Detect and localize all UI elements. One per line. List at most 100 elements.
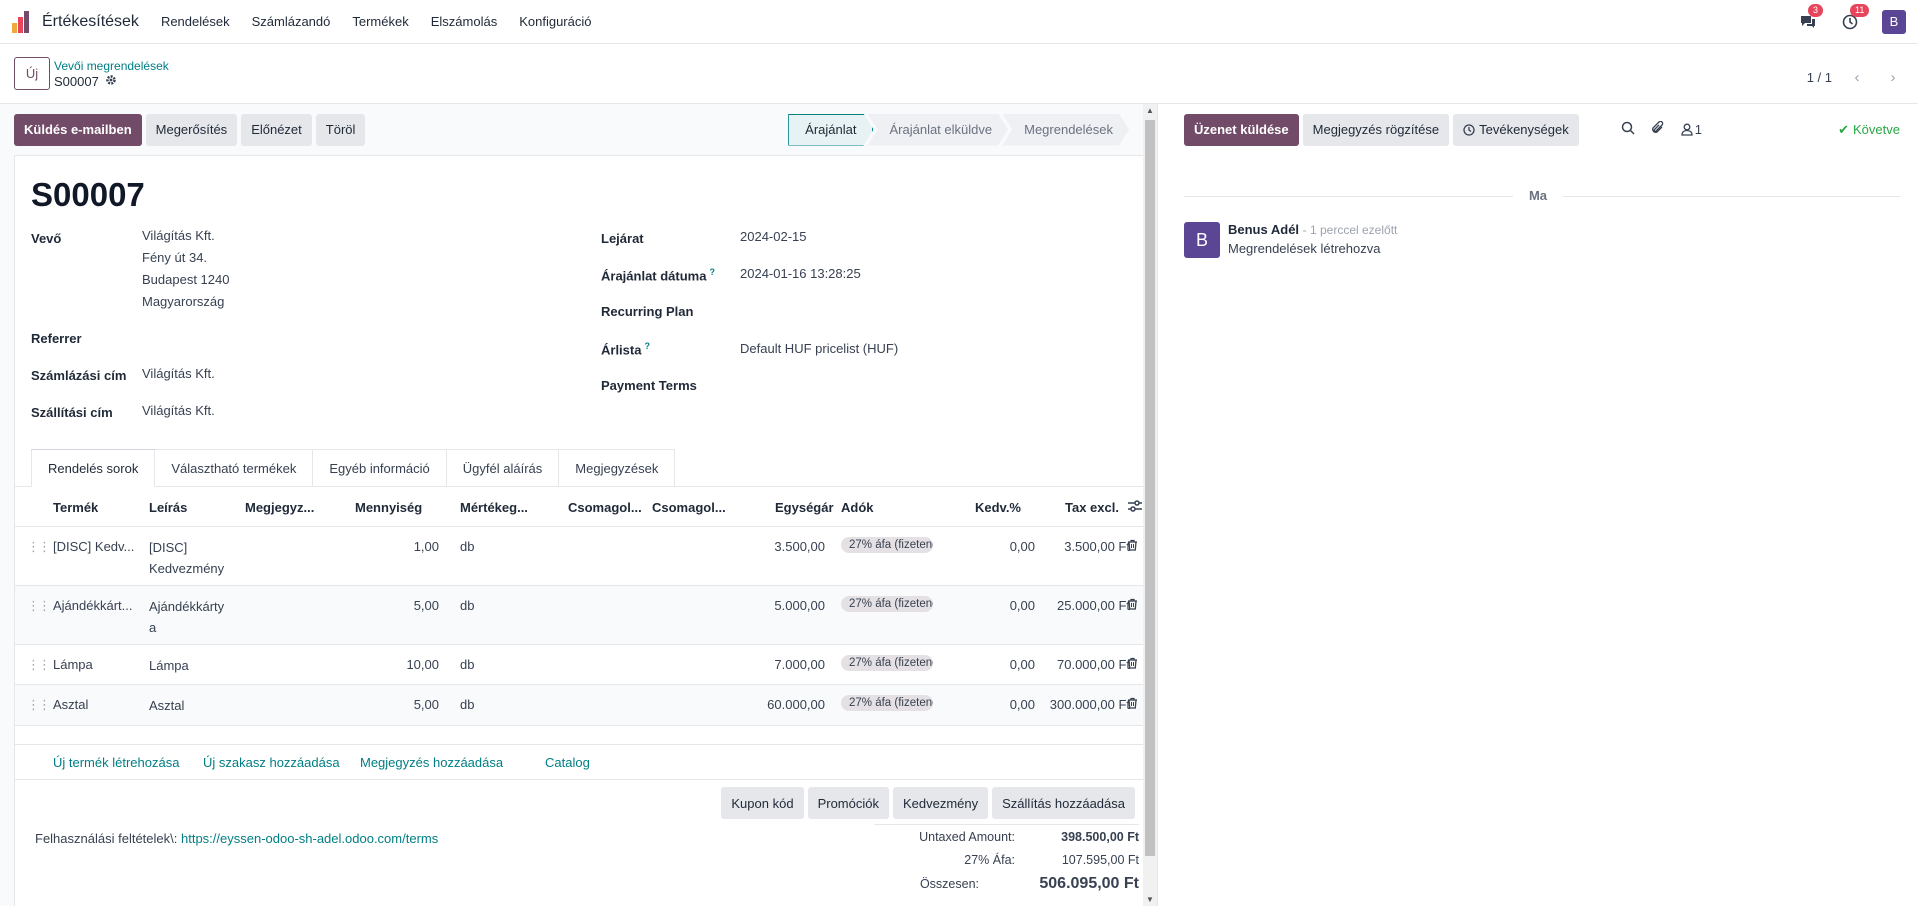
menu-orders[interactable]: Rendelések bbox=[161, 14, 230, 29]
menu-to-invoice[interactable]: Számlázandó bbox=[252, 14, 331, 29]
table-row[interactable]: ⋮⋮ [DISC] Kedv... [DISC] Kedvezmény 1,00… bbox=[15, 527, 1153, 586]
log-note-button[interactable]: Megjegyzés rögzítése bbox=[1302, 113, 1450, 146]
cell-description[interactable]: Ajándékkárty a bbox=[149, 596, 224, 638]
cell-product[interactable]: Lámpa bbox=[53, 657, 141, 672]
message-author[interactable]: Benus Adél bbox=[1228, 222, 1299, 237]
sales-app-icon[interactable] bbox=[12, 10, 34, 33]
column-settings-icon[interactable] bbox=[1127, 499, 1143, 516]
author-avatar[interactable]: B bbox=[1184, 222, 1220, 258]
new-button[interactable]: Új bbox=[14, 57, 50, 90]
cell-unit-price[interactable]: 5.000,00 bbox=[737, 598, 825, 613]
chevron-right-icon[interactable]: › bbox=[1882, 66, 1904, 88]
col-note[interactable]: Megjegyz... bbox=[245, 500, 325, 515]
cell-description[interactable]: Asztal bbox=[149, 695, 184, 716]
cell-quantity[interactable]: 5,00 bbox=[355, 598, 439, 613]
terms-link[interactable]: https://eyssen-odoo-sh-adel.odoo.com/ter… bbox=[181, 831, 438, 846]
cell-description[interactable]: Lámpa bbox=[149, 655, 189, 676]
tax-tag[interactable]: 27% áfa (fizetendő) bbox=[841, 537, 933, 553]
table-row[interactable]: ⋮⋮ Lámpa Lámpa 10,00 db 7.000,00 27% áfa… bbox=[15, 645, 1153, 685]
col-unit-price[interactable]: Egységár bbox=[775, 500, 834, 515]
drag-handle-icon[interactable]: ⋮⋮ bbox=[27, 697, 51, 713]
app-name[interactable]: Értékesítések bbox=[42, 13, 139, 31]
cell-unit-price[interactable]: 3.500,00 bbox=[737, 539, 825, 554]
user-avatar[interactable]: B bbox=[1882, 9, 1906, 34]
coupon-code-button[interactable]: Kupon kód bbox=[721, 787, 804, 819]
drag-handle-icon[interactable]: ⋮⋮ bbox=[27, 657, 51, 673]
tab-customer-signature[interactable]: Ügyfél aláírás bbox=[446, 449, 560, 487]
cell-unit-price[interactable]: 7.000,00 bbox=[737, 657, 825, 672]
col-packaging-qty[interactable]: Csomagol... bbox=[652, 500, 732, 515]
confirm-button[interactable]: Megerősítés bbox=[145, 113, 238, 146]
cell-product[interactable]: [DISC] Kedv... bbox=[53, 539, 141, 554]
cell-description[interactable]: [DISC] Kedvezmény bbox=[149, 537, 224, 579]
tab-order-lines[interactable]: Rendelés sorok bbox=[31, 449, 156, 487]
paperclip-icon[interactable] bbox=[1651, 120, 1665, 138]
drag-handle-icon[interactable]: ⋮⋮ bbox=[27, 539, 51, 555]
col-product[interactable]: Termék bbox=[53, 500, 98, 515]
cell-uom[interactable]: db bbox=[460, 539, 474, 554]
discount-button[interactable]: Kedvezmény bbox=[892, 787, 989, 819]
cell-uom[interactable]: db bbox=[460, 598, 474, 613]
col-quantity[interactable]: Mennyiség bbox=[355, 500, 422, 515]
menu-reporting[interactable]: Elszámolás bbox=[431, 14, 497, 29]
col-subtotal[interactable]: Tax excl. bbox=[1065, 500, 1119, 515]
trash-icon[interactable] bbox=[1127, 697, 1138, 712]
cell-uom[interactable]: db bbox=[460, 697, 474, 712]
tax-tag[interactable]: 27% áfa (fizetendő) bbox=[841, 596, 933, 612]
scroll-up-arrow-icon[interactable]: ▲ bbox=[1143, 106, 1157, 115]
delivery-address-field[interactable]: Világítás Kft. bbox=[142, 400, 215, 422]
add-section-link[interactable]: Új szakasz hozzáadása bbox=[203, 755, 340, 770]
cell-product[interactable]: Ajándékkárt... bbox=[53, 598, 141, 613]
col-packaging[interactable]: Csomagol... bbox=[568, 500, 648, 515]
cell-quantity[interactable]: 10,00 bbox=[355, 657, 439, 672]
tab-optional-products[interactable]: Választható termékek bbox=[155, 449, 314, 487]
col-taxes[interactable]: Adók bbox=[841, 500, 874, 515]
pager-value[interactable]: 1 / 1 bbox=[1807, 70, 1832, 85]
activities-clock-icon[interactable]: 11 bbox=[1840, 3, 1870, 32]
help-icon[interactable]: ? bbox=[709, 267, 715, 277]
cell-quantity[interactable]: 1,00 bbox=[355, 539, 439, 554]
stage-sales-order[interactable]: Megrendelések bbox=[1002, 114, 1129, 146]
pricelist-field[interactable]: Default HUF pricelist (HUF) bbox=[740, 338, 898, 360]
menu-products[interactable]: Termékek bbox=[352, 14, 408, 29]
tab-other-info[interactable]: Egyéb információ bbox=[313, 449, 447, 487]
tax-tag[interactable]: 27% áfa (fizetendő) bbox=[841, 695, 933, 711]
customer-field[interactable]: Világítás Kft. Fény út 34. Budapest 1240… bbox=[142, 225, 229, 313]
add-note-link[interactable]: Megjegyzés hozzáadása bbox=[360, 755, 503, 770]
send-email-button[interactable]: Küldés e-mailben bbox=[14, 113, 142, 146]
invoice-address-field[interactable]: Világítás Kft. bbox=[142, 363, 215, 385]
stage-quotation[interactable]: Árajánlat bbox=[788, 114, 873, 146]
cell-quantity[interactable]: 5,00 bbox=[355, 697, 439, 712]
scroll-down-arrow-icon[interactable]: ▼ bbox=[1143, 895, 1157, 904]
preview-button[interactable]: Előnézet bbox=[241, 113, 312, 146]
cell-unit-price[interactable]: 60.000,00 bbox=[737, 697, 825, 712]
stage-quotation-sent[interactable]: Árajánlat elküldve bbox=[867, 114, 1008, 146]
gear-icon[interactable] bbox=[105, 74, 117, 90]
add-shipping-button[interactable]: Szállítás hozzáadása bbox=[992, 787, 1135, 819]
scrollbar-thumb[interactable] bbox=[1145, 120, 1155, 856]
trash-icon[interactable] bbox=[1127, 539, 1138, 554]
trash-icon[interactable] bbox=[1127, 598, 1138, 613]
menu-configuration[interactable]: Konfiguráció bbox=[519, 14, 591, 29]
drag-handle-icon[interactable]: ⋮⋮ bbox=[27, 598, 51, 614]
cancel-button[interactable]: Töröl bbox=[315, 113, 366, 146]
quote-date-field[interactable]: 2024-01-16 13:28:25 bbox=[740, 263, 861, 285]
chevron-left-icon[interactable]: ‹ bbox=[1846, 66, 1868, 88]
col-discount[interactable]: Kedv.% bbox=[975, 500, 1021, 515]
following-button[interactable]: ✔ Követve bbox=[1838, 122, 1900, 138]
search-icon[interactable] bbox=[1621, 121, 1635, 138]
followers-button[interactable]: 1 bbox=[1681, 122, 1702, 137]
trash-icon[interactable] bbox=[1127, 657, 1138, 672]
messages-icon[interactable]: 3 bbox=[1798, 3, 1824, 32]
tax-tag[interactable]: 27% áfa (fizetendő) bbox=[841, 655, 933, 671]
table-row[interactable]: ⋮⋮ Ajándékkárt... Ajándékkárty a 5,00 db… bbox=[15, 586, 1153, 645]
col-description[interactable]: Leírás bbox=[149, 500, 187, 515]
cell-discount[interactable]: 0,00 bbox=[975, 657, 1035, 672]
send-message-button[interactable]: Üzenet küldése bbox=[1184, 113, 1299, 146]
col-uom[interactable]: Mértékeg... bbox=[460, 500, 540, 515]
promotions-button[interactable]: Promóciók bbox=[807, 787, 889, 819]
cell-discount[interactable]: 0,00 bbox=[975, 697, 1035, 712]
form-scrollbar[interactable]: ▲ ▼ bbox=[1143, 104, 1157, 906]
add-product-link[interactable]: Új termék létrehozása bbox=[53, 755, 179, 770]
cell-discount[interactable]: 0,00 bbox=[975, 539, 1035, 554]
